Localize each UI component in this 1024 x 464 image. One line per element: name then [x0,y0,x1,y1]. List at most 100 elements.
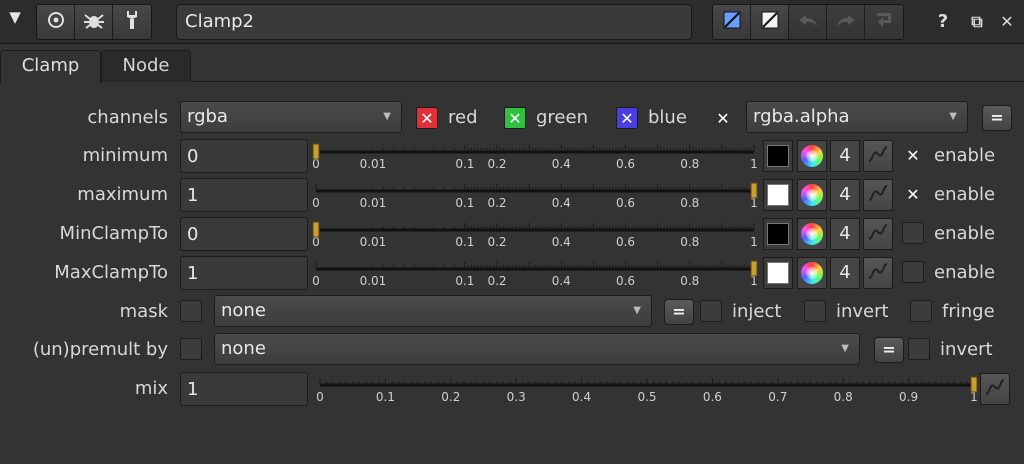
color-swatch [767,184,789,206]
premult-channel-dropdown-value: none [221,338,266,359]
maximum-channel-count-button[interactable]: 4 [830,179,860,211]
minimum-color-swatch-button[interactable] [763,140,793,172]
minimum-enable-checkbox[interactable]: ✕ [902,144,924,166]
channel-red-label: red [448,107,478,128]
minimum-animation-button[interactable] [863,140,893,172]
help-button[interactable]: ? [930,4,956,40]
slider-handle[interactable] [750,260,758,277]
slider-tick-label: 0.6 [616,157,635,171]
output-color-button[interactable] [751,5,789,39]
channel-red-checkbox[interactable]: ✕ [416,107,438,129]
float-panel-button[interactable]: ⧉ [964,4,990,40]
tab-clamp[interactable]: Clamp [0,50,101,83]
minimum-value-input[interactable]: 0 [180,139,308,173]
minclampto-channel-count-button[interactable]: 4 [830,218,860,250]
color-swatch [767,223,789,245]
minimum-enable-label: enable [934,145,996,166]
slider-tick-label: 0.4 [552,157,571,171]
maxclampto-color-wheel-button[interactable] [797,257,827,289]
premult-channel-dropdown[interactable]: none ▼ [214,333,860,365]
slider-handle[interactable] [312,143,320,160]
close-panel-button[interactable]: ✕ [994,4,1020,40]
maximum-color-swatch-button[interactable] [763,179,793,211]
mix-value-input[interactable]: 1 [180,372,308,406]
slider-handle[interactable] [970,376,978,393]
maxclampto-enable-checkbox[interactable] [902,261,924,283]
minclampto-value-input[interactable]: 0 [180,217,308,251]
maximum-color-wheel-button[interactable] [797,179,827,211]
minclampto-color-wheel-button[interactable] [797,218,827,250]
mask-invert-checkbox[interactable] [804,300,826,322]
channels-dropdown[interactable]: rgba ▼ [180,101,402,133]
minclampto-slider[interactable]: 0 0.01 0.1 0.2 0.4 0.6 0.8 1 [312,216,760,252]
curve-icon [867,183,889,207]
maxclampto-slider[interactable]: 0 0.01 0.1 0.2 0.4 0.6 0.8 1 [312,255,760,291]
premult-enable-checkbox[interactable] [180,338,202,360]
undo-icon [798,13,818,32]
maximum-enable-checkbox[interactable]: ✕ [902,183,924,205]
channel-green-label: green [536,107,588,128]
channel-green-checkbox[interactable]: ✕ [504,107,526,129]
maximum-value-input[interactable]: 1 [180,178,308,212]
minclampto-animation-button[interactable] [863,218,893,250]
maxclampto-animation-button[interactable] [863,257,893,289]
alpha-channel-dropdown[interactable]: rgba.alpha ▼ [746,101,968,133]
maximum-animation-button[interactable] [863,179,893,211]
settings-button[interactable] [113,5,151,39]
slider-tick-label: 0.01 [360,274,387,288]
minimum-slider[interactable]: 0 0.01 0.1 0.2 0.4 0.6 0.8 1 [312,138,760,174]
minclampto-color-swatch-button[interactable] [763,218,793,250]
channel-alpha-checkbox[interactable]: ✕ [712,107,734,129]
maximum-slider[interactable]: 0 0.01 0.1 0.2 0.4 0.6 0.8 1 [312,177,760,213]
mask-fringe-label: fringe [942,301,995,322]
slider-tick-label: 0.1 [455,196,474,210]
slider-tick-label: 0.8 [680,235,699,249]
collapse-panel-button[interactable]: ▼ [6,6,24,28]
premult-link-button[interactable]: = [874,337,904,363]
maxclampto-value-input[interactable]: 1 [180,256,308,290]
channels-row: channels rgba ▼ ✕ red ✕ green ✕ blue ✕ r… [0,100,1024,136]
node-name-input[interactable]: Clamp2 [176,4,692,40]
slider-tick-label: 0.6 [703,390,722,404]
revert-button[interactable] [865,5,903,39]
mask-inject-checkbox[interactable] [700,300,722,322]
slider-tick-label: 0.2 [487,274,506,288]
mask-channel-dropdown[interactable]: none ▼ [214,295,652,327]
maxclampto-channel-count-button[interactable]: 4 [830,257,860,289]
channel-blue-checkbox[interactable]: ✕ [616,107,638,129]
mask-enable-checkbox[interactable] [180,300,202,322]
mask-fringe-checkbox[interactable] [910,300,932,322]
slider-handle[interactable] [312,221,320,238]
color-wheel-icon [801,223,823,245]
mix-slider[interactable]: 0 0.1 0.2 0.3 0.4 0.5 0.6 0.7 0.8 0.9 1 [316,371,980,407]
color-wheel-icon [801,145,823,167]
center-node-button[interactable] [37,5,75,39]
debug-button[interactable] [75,5,113,39]
minimum-channel-count-button[interactable]: 4 [830,140,860,172]
premult-invert-checkbox[interactable] [908,338,930,360]
redo-button[interactable] [827,5,865,39]
mask-label: mask [119,301,168,322]
maxclampto-color-swatch-button[interactable] [763,257,793,289]
input-color-button[interactable] [713,5,751,39]
slider-tick-label: 0.01 [360,157,387,171]
tab-node[interactable]: Node [101,50,191,82]
mask-inject-label: inject [732,301,782,322]
premult-invert-label: invert [940,339,993,360]
node-tool-buttons [36,4,152,40]
channels-link-button[interactable]: = [982,105,1012,131]
circle-target-icon [47,11,65,33]
color-history-buttons [712,4,904,40]
color-swatch [767,262,789,284]
undo-button[interactable] [789,5,827,39]
curve-icon [867,222,889,246]
mix-animation-button[interactable] [980,373,1010,405]
mask-link-button[interactable]: = [664,299,694,325]
slider-tick-label: 0.8 [680,274,699,288]
alpha-channel-dropdown-value: rgba.alpha [753,106,850,127]
mask-channel-dropdown-value: none [221,300,266,321]
slider-handle[interactable] [750,182,758,199]
maximum-label: maximum [77,184,168,205]
minclampto-enable-checkbox[interactable] [902,222,924,244]
minimum-color-wheel-button[interactable] [797,140,827,172]
